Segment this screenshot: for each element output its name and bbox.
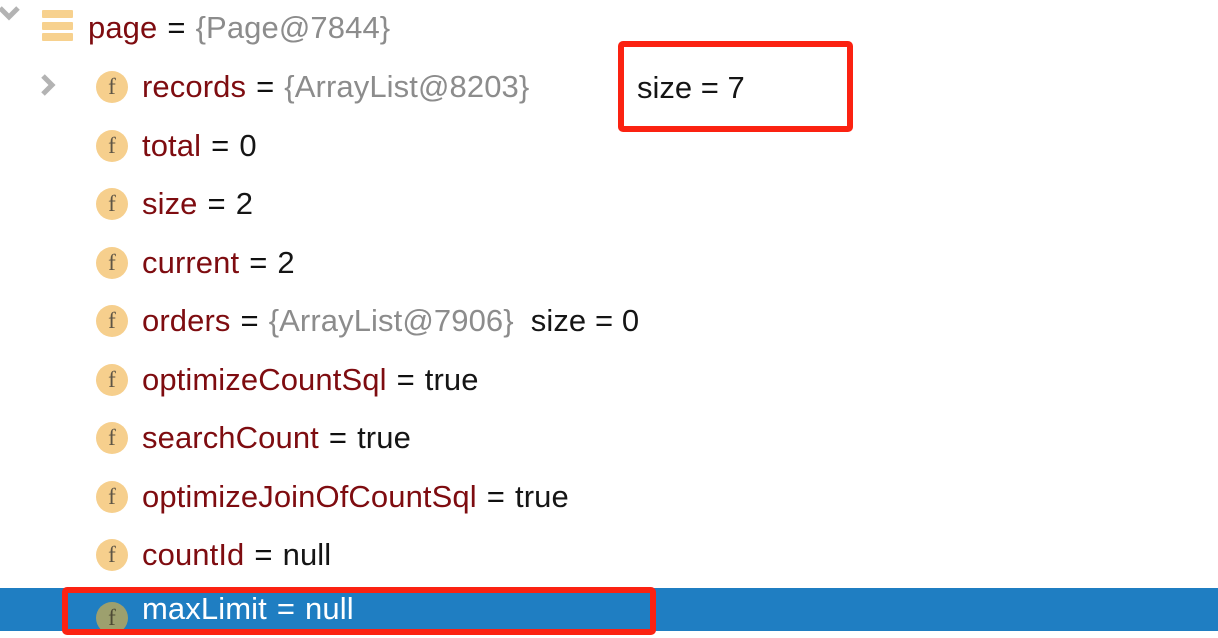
tree-row-current[interactable]: f current = 2 bbox=[0, 234, 1218, 292]
equals-sign: = bbox=[256, 69, 275, 104]
annotation-records-size-label: size = 7 bbox=[637, 70, 745, 105]
tree-row-searchcount[interactable]: f searchCount = true bbox=[0, 409, 1218, 467]
field-icon: f bbox=[96, 481, 128, 513]
list-icon bbox=[42, 10, 73, 41]
tree-row-optimizecountsql-text: optimizeCountSql = true bbox=[142, 351, 479, 409]
field-name: total bbox=[142, 128, 202, 163]
equals-sign: = bbox=[396, 362, 415, 397]
field-icon: f bbox=[96, 422, 128, 454]
equals-sign: = bbox=[207, 186, 226, 221]
tree-row-records-text: records = {ArrayList@8203} bbox=[142, 58, 529, 116]
equals-sign: = bbox=[328, 420, 348, 455]
field-value: true bbox=[514, 479, 569, 514]
tree-row-total-text: total = 0 bbox=[142, 117, 257, 175]
tree-row-orders[interactable]: f orders = {ArrayList@7906} size = 0 bbox=[0, 292, 1218, 350]
field-value: null bbox=[305, 591, 354, 626]
equals-sign: = bbox=[486, 479, 505, 514]
field-icon: f bbox=[96, 130, 128, 162]
field-icon: f bbox=[96, 71, 128, 103]
tree-row-records[interactable]: f records = {ArrayList@8203} bbox=[0, 58, 1218, 116]
field-name: searchCount bbox=[142, 420, 319, 455]
tree-row-total[interactable]: f total = 0 bbox=[0, 117, 1218, 175]
field-icon: f bbox=[96, 539, 128, 571]
field-name: countId bbox=[142, 537, 245, 572]
chevron-down-icon[interactable] bbox=[0, 1, 22, 27]
equals-sign: = bbox=[254, 537, 273, 572]
equals-sign: = bbox=[240, 303, 259, 338]
field-icon: f bbox=[96, 602, 128, 634]
tree-row-countid[interactable]: f countId = null bbox=[0, 526, 1218, 584]
equals-sign: = bbox=[167, 10, 186, 45]
tree-row-countid-text: countId = null bbox=[142, 526, 331, 584]
debugger-variables-panel[interactable]: page = {Page@7844} f records = {ArrayList@82… bbox=[0, 0, 1218, 635]
chevron-right-icon[interactable] bbox=[36, 73, 62, 99]
tree-row-optimizejoinofcountsql-text: optimizeJoinOfCountSql = true bbox=[142, 468, 569, 526]
tree-row-optimizejoinofcountsql[interactable]: f optimizeJoinOfCountSql = true bbox=[0, 468, 1218, 526]
field-name: current bbox=[142, 245, 240, 280]
object-reference: {ArrayList@7906} bbox=[268, 303, 514, 338]
field-icon: f bbox=[96, 247, 128, 279]
field-value: null bbox=[282, 537, 332, 572]
tree-row-maxlimit[interactable]: f maxLimit = null bbox=[0, 588, 1218, 634]
equals-sign: = bbox=[276, 591, 296, 626]
field-name: size bbox=[142, 186, 198, 221]
tree-row-size-text: size = 2 bbox=[142, 175, 253, 233]
field-name: page bbox=[88, 10, 158, 45]
equals-sign: = bbox=[249, 245, 268, 280]
field-value: 0 bbox=[239, 128, 257, 163]
equals-sign: = bbox=[211, 128, 230, 163]
object-reference: {Page@7844} bbox=[195, 10, 391, 45]
field-value: true bbox=[424, 362, 479, 397]
field-name: optimizeJoinOfCountSql bbox=[142, 479, 477, 514]
field-value: 2 bbox=[235, 186, 254, 221]
tree-row-current-text: current = 2 bbox=[142, 234, 295, 292]
tree-row-size[interactable]: f size = 2 bbox=[0, 175, 1218, 233]
object-reference: {ArrayList@8203} bbox=[284, 69, 530, 104]
field-value: 2 bbox=[277, 245, 295, 280]
tree-row-page-text: page = {Page@7844} bbox=[88, 0, 390, 57]
field-icon: f bbox=[96, 188, 128, 220]
tree-row-searchcount-text: searchCount = true bbox=[142, 409, 411, 467]
tree-row-page[interactable]: page = {Page@7844} bbox=[0, 0, 1218, 57]
field-icon: f bbox=[96, 305, 128, 337]
field-icon: f bbox=[96, 364, 128, 396]
field-name: orders bbox=[142, 303, 231, 338]
field-name: maxLimit bbox=[142, 591, 267, 626]
tree-row-optimizecountsql[interactable]: f optimizeCountSql = true bbox=[0, 351, 1218, 409]
field-name: records bbox=[142, 69, 247, 104]
tree-row-orders-text: orders = {ArrayList@7906} size = 0 bbox=[142, 292, 639, 350]
collection-size-label: size = 0 bbox=[530, 303, 640, 338]
field-name: optimizeCountSql bbox=[142, 362, 387, 397]
tree-row-maxlimit-text: maxLimit = null bbox=[142, 580, 354, 638]
field-value: true bbox=[357, 420, 411, 455]
